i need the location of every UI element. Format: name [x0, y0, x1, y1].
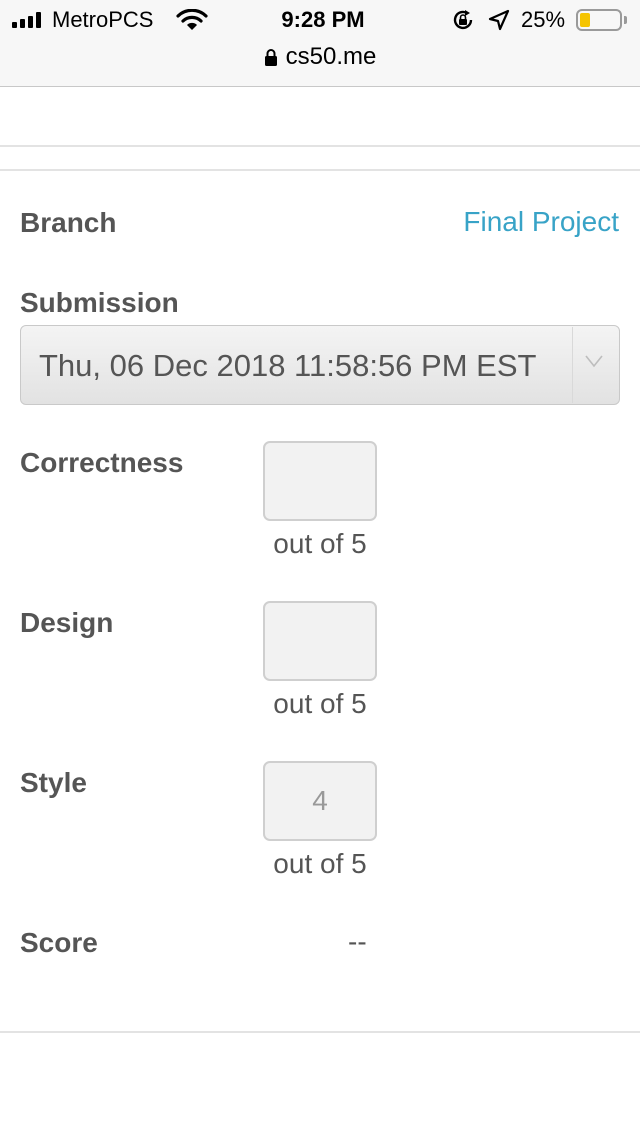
divider: [0, 169, 640, 171]
design-label: Design: [20, 607, 114, 638]
battery-nub: [624, 16, 627, 24]
correctness-out-of: out of 5: [273, 528, 367, 559]
correctness-label: Correctness: [20, 447, 184, 478]
design-input[interactable]: [263, 601, 377, 681]
score-value: --: [348, 926, 367, 957]
divider: [0, 145, 640, 147]
url-domain: cs50.me: [285, 43, 377, 70]
submission-label: Submission: [20, 287, 179, 318]
lock-icon: [264, 49, 277, 66]
chevron-down-icon: [585, 355, 603, 368]
url-bar[interactable]: cs50.me: [0, 40, 640, 74]
correctness-input[interactable]: [263, 441, 377, 521]
style-input[interactable]: 4: [263, 761, 377, 841]
submission-select[interactable]: Thu, 06 Dec 2018 11:58:56 PM EST: [20, 325, 620, 405]
style-out-of: out of 5: [273, 848, 367, 879]
divider: [0, 1031, 640, 1033]
branch-link[interactable]: Final Project: [463, 206, 619, 238]
select-separator: [572, 327, 573, 403]
style-label: Style: [20, 767, 87, 798]
branch-label: Branch: [20, 207, 117, 238]
battery-icon: [576, 9, 622, 31]
battery-fill: [580, 13, 590, 27]
browser-top-bar: MetroPCS 9:28 PM 25% cs50.me: [0, 0, 640, 87]
score-label: Score: [20, 927, 98, 958]
status-bar: MetroPCS 9:28 PM 25%: [0, 0, 640, 40]
rotation-lock-icon: [453, 10, 473, 30]
battery-percent: 25%: [521, 7, 566, 32]
submission-selected-value: Thu, 06 Dec 2018 11:58:56 PM EST: [39, 348, 537, 383]
location-arrow-icon: [488, 9, 510, 31]
design-out-of: out of 5: [273, 688, 367, 719]
